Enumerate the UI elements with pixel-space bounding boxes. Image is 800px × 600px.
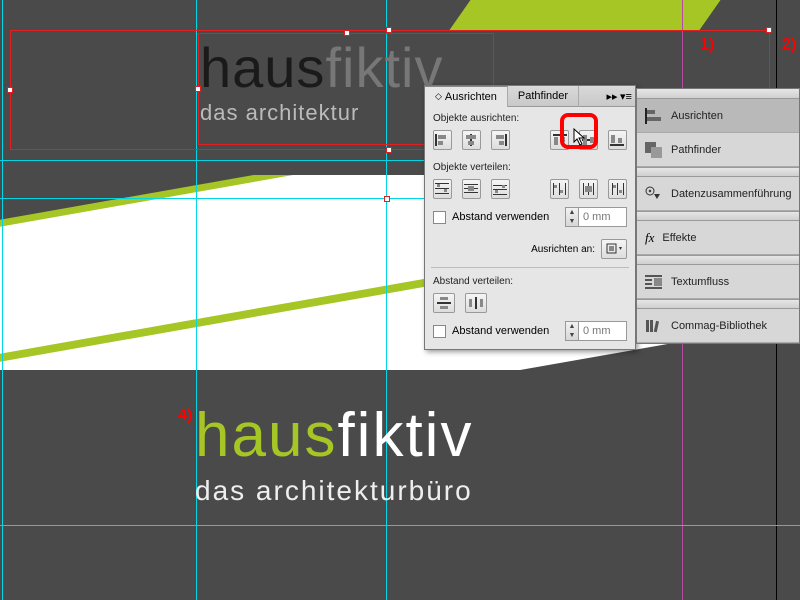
align-to-dropdown[interactable] xyxy=(601,239,627,259)
selection-handle[interactable] xyxy=(386,147,392,153)
align-icon xyxy=(645,108,663,124)
datamerge-icon xyxy=(645,186,663,202)
use-spacing-label-2: Abstand verwenden xyxy=(452,325,549,337)
spacing-field-2[interactable]: ▲▼ xyxy=(565,321,627,341)
guide-horizontal xyxy=(0,525,800,526)
step-down-icon[interactable]: ▼ xyxy=(566,331,578,340)
dock-item-pathfinder[interactable]: Pathfinder xyxy=(637,133,799,167)
tab-ausrichten[interactable]: ◇Ausrichten xyxy=(425,86,508,107)
align-left-button[interactable] xyxy=(433,130,452,150)
dock-grip[interactable] xyxy=(637,299,799,309)
dock-grip[interactable] xyxy=(637,211,799,221)
dock-label: Textumfluss xyxy=(671,276,729,288)
align-to-label: Ausrichten an: xyxy=(531,244,595,255)
dist-right-button[interactable] xyxy=(608,179,627,199)
dock-item-library[interactable]: Commag-Bibliothek xyxy=(637,309,799,343)
step-up-icon[interactable]: ▲ xyxy=(566,208,578,217)
dock-item-textwrap[interactable]: Textumfluss xyxy=(637,265,799,299)
dock-label: Effekte xyxy=(662,232,696,244)
dock-label: Commag-Bibliothek xyxy=(671,320,767,332)
dock-grip[interactable] xyxy=(637,89,799,99)
dock-item-ausrichten[interactable]: Ausrichten xyxy=(637,99,799,133)
spacing-field[interactable]: ▲▼ xyxy=(565,207,627,227)
marker-4: 4) xyxy=(178,407,192,425)
section-distribute-objects: Objekte verteilen: xyxy=(425,156,635,177)
tab-label: Ausrichten xyxy=(445,91,497,103)
spacing-input-2[interactable] xyxy=(579,321,627,341)
dist-vcenter-button[interactable] xyxy=(462,179,481,199)
step-up-icon[interactable]: ▲ xyxy=(566,322,578,331)
dock-item-datamerge[interactable]: Datenzusammenführung xyxy=(637,177,799,211)
selection-handle[interactable] xyxy=(344,30,350,36)
selection-handle[interactable] xyxy=(766,27,772,33)
dist-vspace-button[interactable] xyxy=(433,293,455,313)
use-spacing-checkbox[interactable] xyxy=(433,211,446,224)
dist-bottom-button[interactable] xyxy=(491,179,510,199)
panel-collapse-icon[interactable]: ▸▸ xyxy=(607,91,617,101)
tab-pathfinder[interactable]: Pathfinder xyxy=(508,86,579,107)
align-panel: ◇Ausrichten Pathfinder ▸▸ ▾≡ Objekte aus… xyxy=(424,85,636,350)
fx-icon: fx xyxy=(645,230,654,246)
library-icon xyxy=(645,318,663,334)
dock-grip[interactable] xyxy=(637,167,799,177)
dock-item-effects[interactable]: fx Effekte xyxy=(637,221,799,255)
dist-hcenter-button[interactable] xyxy=(579,179,598,199)
logo-part2: fiktiv xyxy=(337,401,473,470)
dist-top-button[interactable] xyxy=(433,179,452,199)
align-hcenter-button[interactable] xyxy=(462,130,481,150)
tab-label: Pathfinder xyxy=(518,90,568,102)
align-bottom-button[interactable] xyxy=(608,130,627,150)
panel-menu-icon[interactable]: ▾≡ xyxy=(621,91,631,101)
marker-2: 2) xyxy=(782,36,796,54)
textwrap-icon xyxy=(645,274,663,290)
section-distribute-spacing: Abstand verteilen: xyxy=(425,270,635,291)
spacing-input[interactable] xyxy=(579,207,627,227)
panel-tabs: ◇Ausrichten Pathfinder ▸▸ ▾≡ xyxy=(425,86,635,107)
section-align-objects: Objekte ausrichten: xyxy=(425,107,635,128)
logo-part1: haus xyxy=(195,401,337,470)
dock-label: Pathfinder xyxy=(671,144,721,156)
selection-handle[interactable] xyxy=(7,87,13,93)
selection-handle[interactable] xyxy=(195,86,201,92)
use-spacing-label: Abstand verwenden xyxy=(452,211,549,223)
pathfinder-icon xyxy=(645,142,663,158)
dist-hspace-button[interactable] xyxy=(465,293,487,313)
panel-dock: Ausrichten Pathfinder Datenzusammenführu… xyxy=(636,88,800,344)
dock-grip[interactable] xyxy=(637,255,799,265)
dock-label: Datenzusammenführung xyxy=(671,188,791,200)
logo-tagline: das architekturbüro xyxy=(195,475,473,507)
logo-group-bottom: hausfiktiv das architekturbüro xyxy=(195,400,473,507)
dist-left-button[interactable] xyxy=(550,179,569,199)
dock-label: Ausrichten xyxy=(671,110,723,122)
use-spacing-checkbox-2[interactable] xyxy=(433,325,446,338)
marker-1: 1) xyxy=(700,36,714,54)
align-right-button[interactable] xyxy=(491,130,510,150)
step-down-icon[interactable]: ▼ xyxy=(566,217,578,226)
selection-handle[interactable] xyxy=(384,196,390,202)
align-top-button[interactable] xyxy=(550,130,569,150)
align-vcenter-button[interactable] xyxy=(579,130,598,150)
guide-vertical xyxy=(2,0,3,600)
